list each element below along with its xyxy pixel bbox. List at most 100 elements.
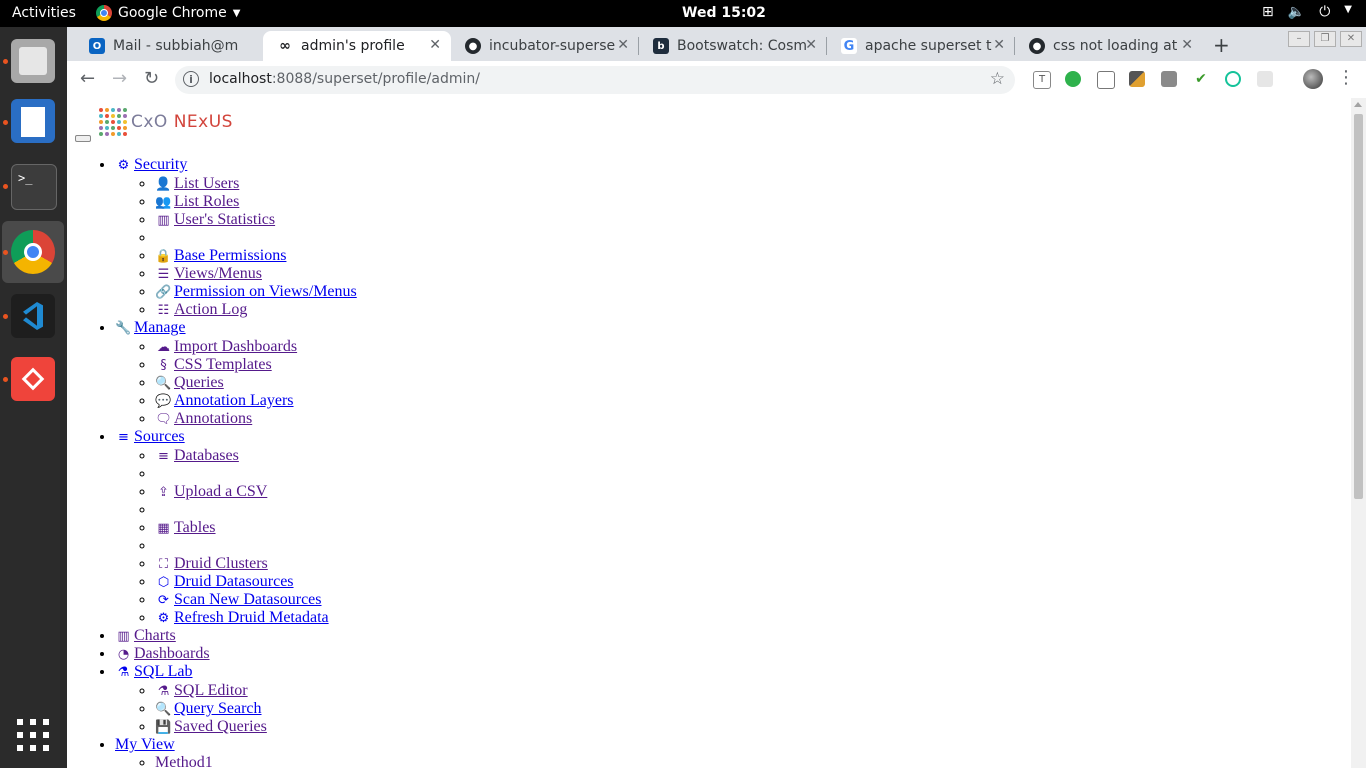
logo-dots-icon (99, 108, 127, 136)
menu-annotations[interactable]: 🗨 Annotations (155, 410, 252, 427)
menu-charts-link[interactable]: ▥ Charts (115, 627, 175, 644)
tab-bootswatch[interactable]: b Bootswatch: Cosm ✕ (639, 31, 827, 61)
menu-label: CSS Templates (174, 356, 272, 373)
menu-sources-link[interactable]: ≡ Sources (115, 428, 185, 445)
extension-camera-icon[interactable] (1161, 71, 1177, 87)
system-tray[interactable]: ⊞ 🔈 ⏻ ▼ (1262, 4, 1352, 20)
url-text: localhost:8088/superset/profile/admin/ (209, 71, 480, 87)
files-icon[interactable] (11, 39, 55, 83)
chrome-icon[interactable] (11, 230, 55, 274)
menu-security-link[interactable]: ⚙ Security (115, 156, 188, 173)
tab-css-not-loading[interactable]: ● css not loading at ✕ (1015, 31, 1203, 61)
menu-label: Manage (134, 319, 186, 336)
menu-views-menus[interactable]: ☰ Views/Menus (155, 265, 262, 282)
menu-dashboards-link[interactable]: ◔ Dashboards (115, 645, 210, 662)
menu-refresh-druid-metadata[interactable]: ⚙ Refresh Druid Metadata (155, 609, 329, 626)
menu-scan-new-datasources[interactable]: ⟳ Scan New Datasources (155, 591, 321, 608)
menu-label: User's Statistics (174, 211, 276, 228)
terminal-icon[interactable]: >_ (11, 164, 57, 210)
menu-annotation-layers[interactable]: 💬 Annotation Layers (155, 392, 293, 409)
bookmark-star-icon[interactable]: ☆ (990, 69, 1005, 89)
show-applications-icon[interactable] (17, 719, 49, 751)
scroll-up-arrow-icon[interactable] (1354, 102, 1362, 107)
tab-admin-profile[interactable]: ∞ admin's profile ✕ (263, 31, 451, 61)
close-tab-icon[interactable]: ✕ (617, 37, 629, 53)
close-tab-icon[interactable]: ✕ (1181, 37, 1193, 53)
menu-label: Druid Clusters (174, 555, 268, 572)
extension-eyedropper-icon[interactable] (1129, 71, 1145, 87)
site-info-icon[interactable]: i (183, 71, 199, 87)
menu-import-dashboards[interactable]: ☁ Import Dashboards (155, 338, 297, 355)
list-item: 🗨Annotations (155, 410, 357, 428)
menu-saved-queries[interactable]: 💾 Saved Queries (155, 718, 267, 735)
minimize-button[interactable]: – (1288, 31, 1310, 47)
menu-tables[interactable]: ▦ Tables (155, 519, 215, 536)
menu-css-templates[interactable]: § CSS Templates (155, 356, 272, 373)
back-button[interactable]: ← (80, 68, 95, 89)
page-scrollbar[interactable] (1351, 98, 1366, 768)
extension-cart-icon[interactable] (1097, 71, 1115, 89)
new-tab-button[interactable]: + (1213, 33, 1230, 57)
menu-action-log[interactable]: ☷ Action Log (155, 301, 248, 318)
extension-grammarly-icon[interactable] (1225, 71, 1241, 87)
tab-mail[interactable]: O Mail - subbiah@m (75, 31, 263, 61)
extension-grey-icon[interactable] (1257, 71, 1273, 87)
menu-queries[interactable]: 🔍 Queries (155, 374, 223, 391)
menu-databases[interactable]: ≡ Databases (155, 447, 239, 464)
menu-label: Base Permissions (174, 247, 287, 264)
menu-permission-on-views[interactable]: 🔗 Permission on Views/Menus (155, 283, 356, 300)
menu-upload-csv[interactable]: ⇪ Upload a CSV (155, 483, 267, 500)
menu-sql-lab-link[interactable]: ⚗ SQL Lab (115, 663, 193, 680)
navbar-toggle-button[interactable] (75, 135, 91, 142)
menu-label: SQL Lab (134, 663, 193, 680)
menu-list-users[interactable]: 👤 List Users (155, 175, 239, 192)
menu-query-search[interactable]: 🔍 Query Search (155, 700, 261, 717)
extension-check-icon[interactable]: ✔ (1193, 71, 1209, 87)
scrollbar-thumb[interactable] (1354, 114, 1363, 499)
menu-base-permissions[interactable]: 🔒 Base Permissions (155, 247, 286, 264)
tab-incubator-superset[interactable]: ● incubator-superse ✕ (451, 31, 639, 61)
close-tab-icon[interactable]: ✕ (429, 37, 441, 53)
outlook-icon: O (89, 38, 105, 54)
menu-user-statistics[interactable]: ▥ User's Statistics (155, 211, 275, 228)
close-window-button[interactable]: ✕ (1340, 31, 1362, 47)
maximize-button[interactable]: ❐ (1314, 31, 1336, 47)
menu-method1[interactable]: Method1 (155, 754, 213, 768)
extension-t-icon[interactable]: T (1033, 71, 1051, 89)
logo-nexus: NExUS (173, 112, 233, 132)
menu-druid-clusters[interactable]: ⛶ Druid Clusters (155, 555, 268, 572)
menu-label: SQL Editor (174, 682, 248, 699)
clock[interactable]: Wed 15:02 (682, 5, 766, 21)
menu-label: Databases (174, 447, 239, 464)
submenu-sql-lab: ⚗ SQL Editor 🔍Query Search 💾Saved Queries (115, 682, 357, 736)
activities-button[interactable]: Activities (12, 5, 76, 21)
bar-chart-icon: ▥ (157, 213, 170, 228)
list-item: ≡ Databases (155, 447, 357, 465)
extension-green-s-icon[interactable] (1065, 71, 1081, 87)
menu-divider (155, 465, 357, 483)
menu-label: My View (115, 736, 175, 753)
cogs-icon: ⚙ (117, 158, 130, 173)
menu-sql-editor[interactable]: ⚗ SQL Editor (155, 682, 248, 699)
app-menu[interactable]: Google Chrome ▼ (96, 5, 240, 21)
forward-button[interactable]: → (112, 68, 127, 89)
menu-my-view-link[interactable]: My View (115, 736, 175, 753)
menu-list-roles[interactable]: 👥 List Roles (155, 193, 239, 210)
list-item: ⟳ Scan New Datasources (155, 591, 357, 609)
running-indicator (3, 377, 8, 382)
close-tab-icon[interactable]: ✕ (993, 37, 1005, 53)
cxo-nexus-logo[interactable]: CxO NExUS (99, 108, 233, 136)
address-bar[interactable]: i localhost:8088/superset/profile/admin/… (175, 66, 1015, 94)
reload-button[interactable]: ↻ (144, 68, 159, 89)
libreoffice-writer-icon[interactable] (11, 99, 55, 143)
chrome-menu-icon[interactable]: ⋮ (1337, 67, 1355, 88)
menu-manage-link[interactable]: 🔧 Manage (115, 319, 186, 336)
close-tab-icon[interactable]: ✕ (805, 37, 817, 53)
tab-google-search[interactable]: G apache superset t ✕ (827, 31, 1015, 61)
profile-avatar[interactable] (1303, 69, 1323, 89)
anydesk-icon[interactable] (11, 357, 55, 401)
menu-label: Saved Queries (174, 718, 267, 735)
vscode-icon[interactable] (11, 294, 55, 338)
menu-druid-datasources[interactable]: ⬡ Druid Datasources (155, 573, 294, 590)
list-item: ☰ Views/Menus (155, 265, 357, 283)
